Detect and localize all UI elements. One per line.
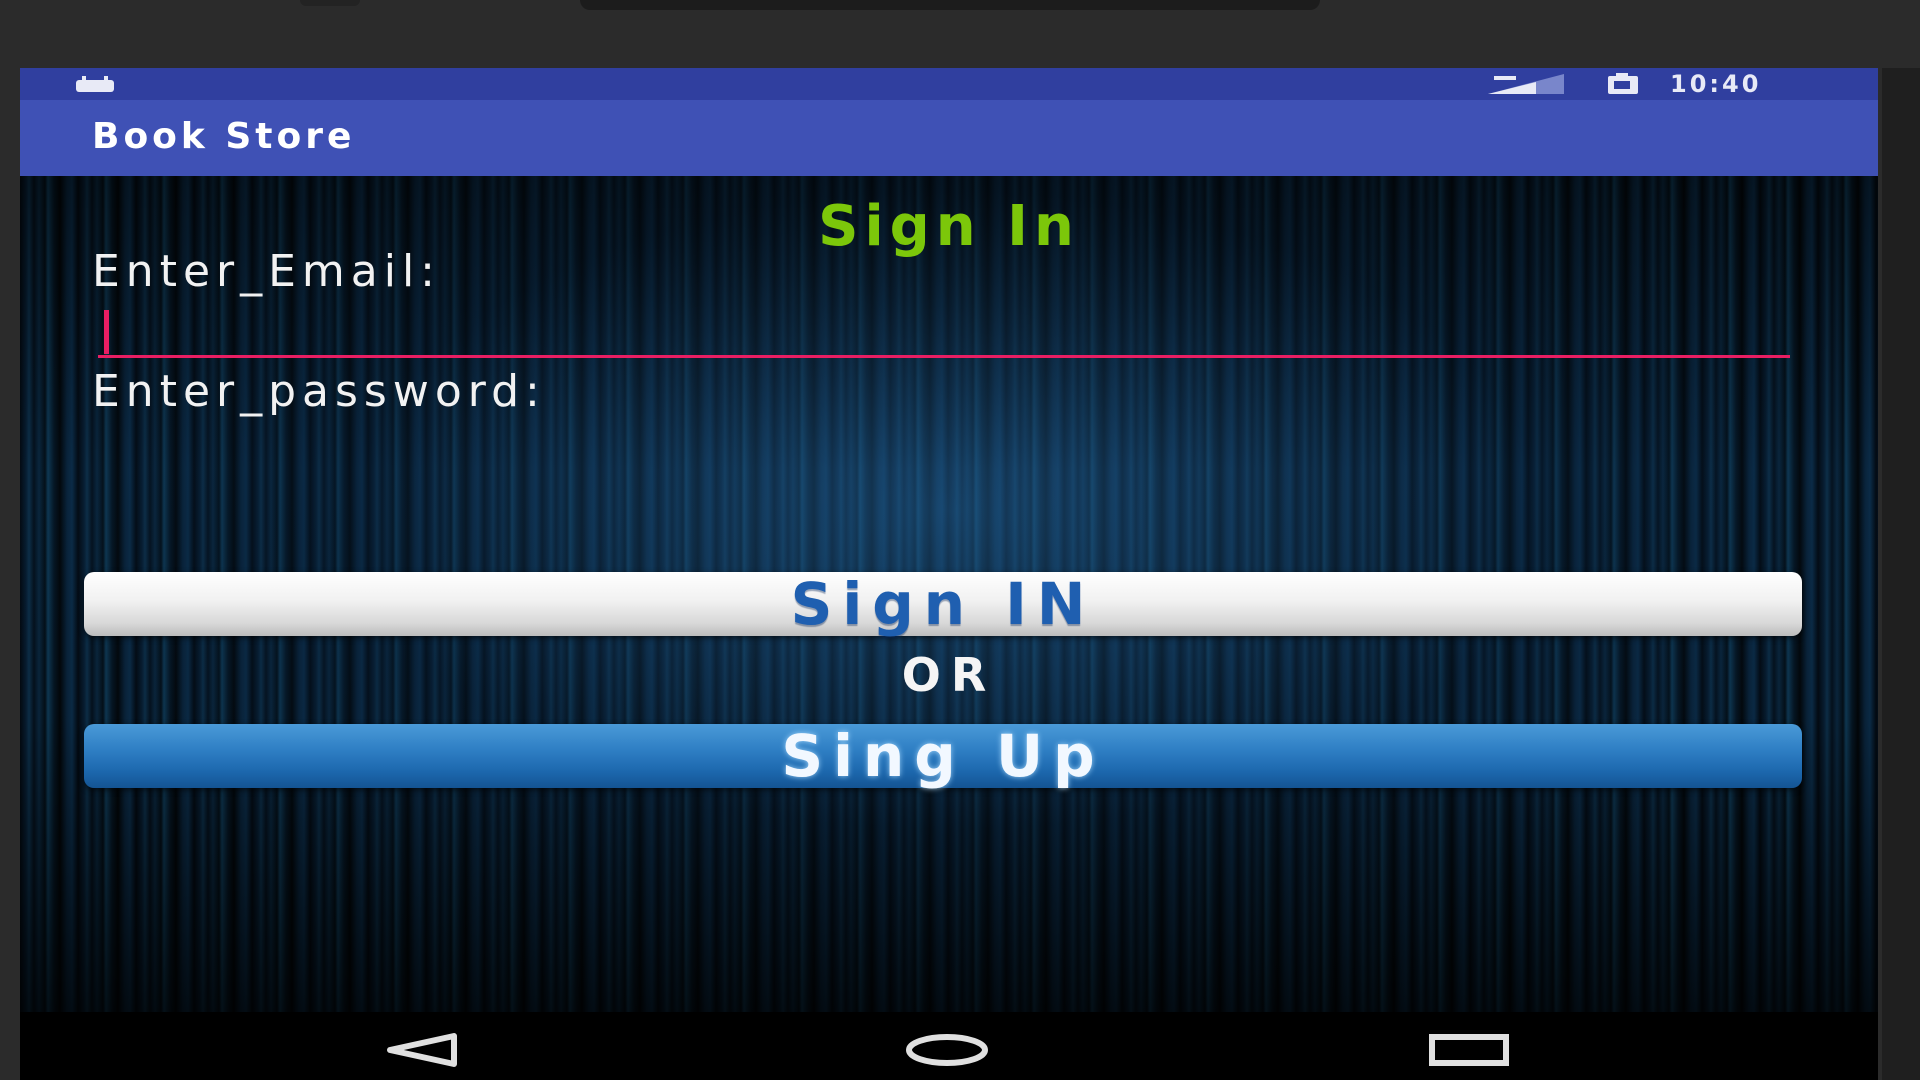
speaker-grille bbox=[580, 0, 1320, 10]
status-time: 10:40 bbox=[1670, 70, 1762, 98]
sign-up-button[interactable]: Sing Up bbox=[84, 724, 1802, 788]
sign-in-button[interactable]: Sign IN bbox=[84, 572, 1802, 636]
android-notification-icon bbox=[76, 76, 114, 92]
phone-screen: 10:40 Book Store Sign In Enter_Email: En… bbox=[20, 68, 1878, 1080]
device-bezel bbox=[1882, 68, 1920, 1080]
recent-apps-square-icon[interactable] bbox=[1426, 1032, 1512, 1068]
email-label: Enter_Email: bbox=[92, 246, 441, 297]
home-circle-icon[interactable] bbox=[904, 1032, 990, 1068]
back-triangle-icon[interactable] bbox=[384, 1032, 464, 1068]
camera-icon bbox=[300, 0, 360, 6]
or-divider-text: OR bbox=[901, 648, 997, 702]
password-field[interactable] bbox=[98, 422, 1790, 476]
password-label: Enter_password: bbox=[92, 366, 546, 417]
text-cursor bbox=[104, 310, 109, 354]
status-bar: 10:40 bbox=[20, 68, 1878, 100]
navigation-bar bbox=[20, 1012, 1878, 1080]
app-bar: Book Store bbox=[20, 100, 1878, 176]
sign-in-form: Sign In Enter_Email: Enter_password: Sig… bbox=[20, 176, 1878, 1012]
signal-strength-icon bbox=[1488, 74, 1564, 94]
app-title: Book Store bbox=[92, 116, 356, 157]
battery-icon bbox=[1608, 73, 1638, 94]
email-field[interactable] bbox=[98, 304, 1790, 358]
device-frame: 10:40 Book Store Sign In Enter_Email: En… bbox=[0, 0, 1920, 1080]
